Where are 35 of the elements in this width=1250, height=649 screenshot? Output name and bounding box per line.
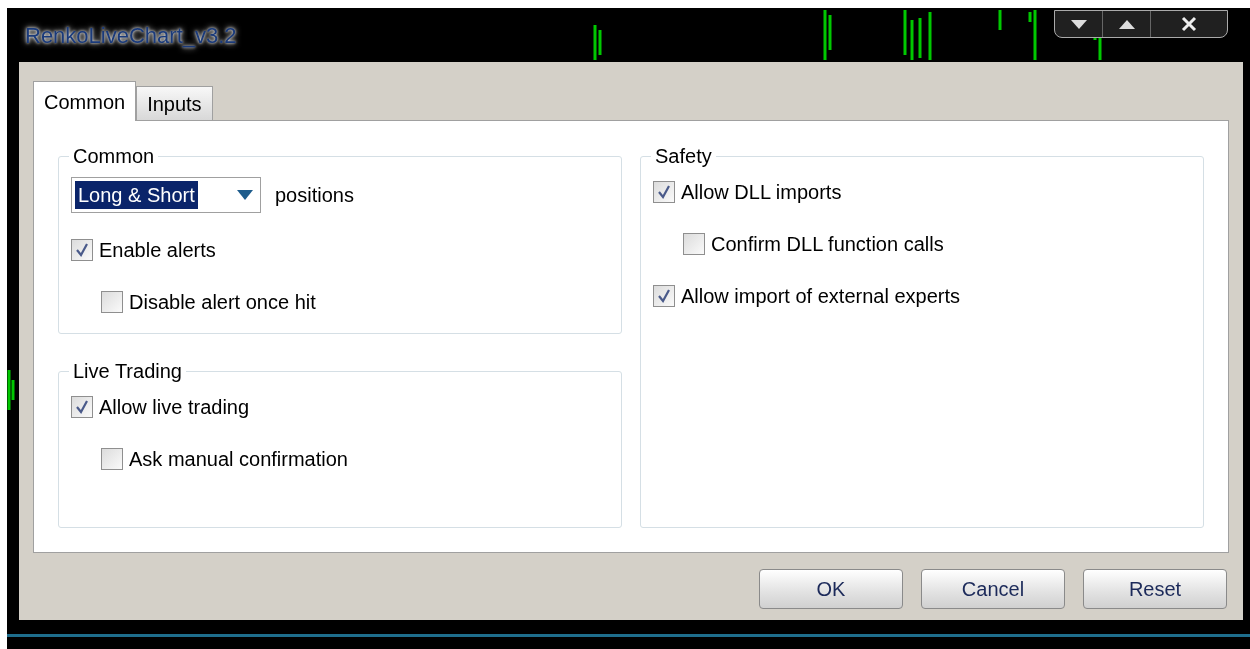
window-title: RenkoLiveChart_v3.2 <box>25 21 237 50</box>
tab[interactable]: Inputs <box>136 86 213 120</box>
group-title: Live Trading <box>72 359 183 384</box>
checkbox[interactable] <box>71 239 93 261</box>
checkmark-icon <box>75 243 89 257</box>
checkbox-label: Allow DLL imports <box>681 180 842 205</box>
checkbox-label: Allow import of external experts <box>681 284 960 309</box>
checkbox-label: Enable alerts <box>99 238 216 263</box>
down-arrow-icon <box>1070 19 1087 29</box>
checkbox[interactable] <box>71 396 93 418</box>
checkbox-label: Confirm DLL function calls <box>711 232 944 257</box>
checkbox[interactable] <box>653 285 675 307</box>
checkbox[interactable] <box>101 291 123 313</box>
close-icon <box>1181 16 1197 32</box>
checkbox[interactable] <box>101 448 123 470</box>
up-arrow-icon <box>1118 19 1135 29</box>
dropdown-suffix: positions <box>275 183 354 208</box>
dialog-button[interactable]: OK <box>759 569 903 609</box>
dropdown-value: Long & Short <box>75 181 198 209</box>
price-chart-drawing <box>7 370 15 410</box>
caret-icon <box>237 190 253 200</box>
checkmark-icon <box>657 289 671 303</box>
tab[interactable]: Common <box>33 81 137 121</box>
group-title: Safety <box>654 144 713 169</box>
checkbox[interactable] <box>653 181 675 203</box>
dialog-button[interactable]: Reset <box>1083 569 1227 609</box>
checkbox-label: Ask manual confirmation <box>129 447 348 472</box>
checkbox[interactable] <box>683 233 705 255</box>
group-title: Common <box>72 144 156 169</box>
checkbox-label: Allow live trading <box>99 395 250 420</box>
dropdown[interactable]: Long & Short <box>71 177 261 213</box>
checkmark-icon <box>75 400 89 414</box>
checkbox-label: Disable alert once hit <box>129 290 316 315</box>
dialog-button[interactable]: Cancel <box>921 569 1065 609</box>
checkmark-icon <box>657 185 671 199</box>
